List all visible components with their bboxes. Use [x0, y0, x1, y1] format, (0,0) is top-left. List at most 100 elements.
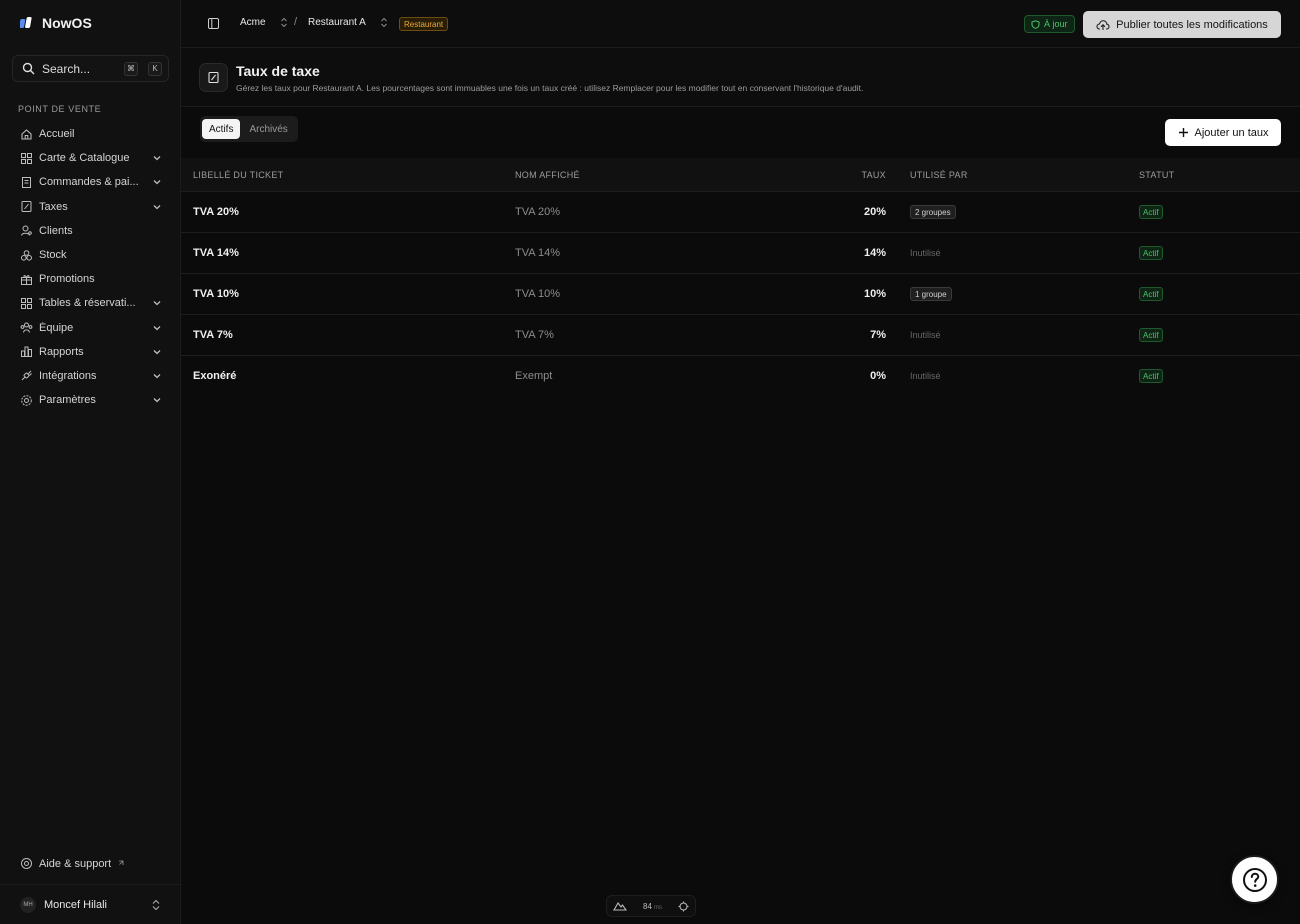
- used-by-badge[interactable]: 1 groupe: [910, 287, 952, 301]
- gear-icon: [20, 394, 33, 407]
- location-type-badge: Restaurant: [399, 17, 449, 31]
- location-name: Restaurant A: [308, 17, 366, 28]
- latency-readout: 84 ms: [643, 902, 662, 911]
- tax-icon: [20, 200, 33, 213]
- sidebar-item-taxes[interactable]: Taxes: [12, 195, 169, 219]
- publish-all-label: Publier toutes les modifications: [1116, 18, 1268, 31]
- sidebar-item-clients[interactable]: Clients: [12, 219, 169, 243]
- receipt-icon: [20, 176, 33, 189]
- tab-actifs[interactable]: Actifs: [202, 119, 241, 139]
- cell-display-name: TVA 10%: [515, 288, 561, 300]
- sync-status-badge: À jour: [1024, 15, 1075, 33]
- topbar: Acme / Restaurant A Restaurant À jour Pu…: [181, 0, 1300, 48]
- table-row[interactable]: TVA 7% TVA 7% 7% Inutilisé Actif: [181, 315, 1300, 356]
- page-title: Taux de taxe: [236, 63, 320, 79]
- search-placeholder: Search...: [42, 61, 91, 76]
- cell-display-name: TVA 7%: [515, 329, 554, 341]
- help-fab[interactable]: [1230, 855, 1279, 904]
- cloud-upload-icon: [1096, 19, 1110, 31]
- table-header: LIBELLÉ DU TICKET NOM AFFICHÉ TAUX UTILI…: [181, 158, 1300, 192]
- sidebar-item-parametres[interactable]: Paramètres: [12, 388, 169, 412]
- status-badge: Actif: [1139, 328, 1163, 342]
- crosshair-icon[interactable]: [678, 901, 689, 912]
- used-by-badge[interactable]: 2 groupes: [910, 205, 956, 219]
- team-icon: [20, 321, 33, 334]
- search-input[interactable]: Search... ⌘ K: [12, 55, 169, 82]
- help-support-label: Aide & support: [39, 857, 112, 870]
- section-label: POINT DE VENTE: [18, 104, 102, 114]
- perf-widget[interactable]: 84 ms: [606, 895, 696, 917]
- org-switcher[interactable]: Acme: [240, 17, 288, 28]
- chevron-down-icon: [151, 346, 163, 358]
- cell-ticket-label: Exonéré: [193, 370, 237, 382]
- chevron-up-down-icon: [280, 17, 288, 28]
- column-header-name[interactable]: NOM AFFICHÉ: [515, 170, 580, 180]
- sidebar-toggle-icon[interactable]: [207, 17, 220, 30]
- column-header-status[interactable]: STATUT: [1139, 170, 1174, 180]
- column-header-used-by[interactable]: UTILISÉ PAR: [910, 170, 968, 180]
- sidebar-item-label: Accueil: [39, 128, 75, 141]
- sidebar-item-label: Carte & Catalogue: [39, 152, 130, 165]
- help-support-link[interactable]: Aide & support: [20, 857, 124, 870]
- chevron-down-icon: [151, 394, 163, 406]
- used-by-text: Inutilisé: [910, 248, 941, 258]
- external-link-icon: [117, 860, 124, 867]
- chevron-down-icon: [151, 322, 163, 334]
- sidebar-item-label: Équipe: [39, 321, 74, 334]
- sidebar-item-commandes[interactable]: Commandes & pai...: [12, 170, 169, 194]
- grid-icon: [20, 297, 33, 310]
- publish-all-button[interactable]: Publier toutes les modifications: [1083, 11, 1281, 38]
- location-switcher[interactable]: Restaurant A: [308, 17, 388, 28]
- sidebar-item-label: Promotions: [39, 273, 95, 286]
- tax-page-icon: [199, 63, 228, 92]
- plug-icon: [20, 369, 33, 382]
- tab-archives[interactable]: Archivés: [242, 119, 294, 139]
- chevron-down-icon: [151, 297, 163, 309]
- sync-status-label: À jour: [1044, 19, 1068, 29]
- sidebar-item-label: Tables & réservati...: [39, 297, 136, 310]
- table-row[interactable]: TVA 20% TVA 20% 20% 2 groupes Actif: [181, 192, 1300, 233]
- status-badge: Actif: [1139, 246, 1163, 260]
- latency-unit: ms: [653, 904, 662, 911]
- status-badge: Actif: [1139, 287, 1163, 301]
- sidebar-item-label: Intégrations: [39, 369, 97, 382]
- sidebar-item-tables[interactable]: Tables & réservati...: [12, 291, 169, 315]
- column-header-label[interactable]: LIBELLÉ DU TICKET: [193, 170, 283, 180]
- sidebar-item-stock[interactable]: Stock: [12, 243, 169, 267]
- plus-icon: [1178, 127, 1189, 138]
- cell-ticket-label: TVA 14%: [193, 247, 239, 259]
- brand[interactable]: NowOS: [20, 15, 92, 31]
- chevron-down-icon: [151, 152, 163, 164]
- org-name: Acme: [240, 17, 266, 28]
- user-menu[interactable]: MH Moncef Hilali: [0, 884, 181, 924]
- nowos-logo-icon: [20, 16, 34, 30]
- page-header: Taux de taxe Gérez les taux pour Restaur…: [181, 49, 1300, 107]
- status-badge: Actif: [1139, 369, 1163, 383]
- shortcut-key-k: K: [148, 61, 162, 76]
- page-description: Gérez les taux pour Restaurant A. Les po…: [236, 83, 864, 93]
- table-row[interactable]: TVA 10% TVA 10% 10% 1 groupe Actif: [181, 274, 1300, 315]
- add-rate-button[interactable]: Ajouter un taux: [1165, 119, 1281, 146]
- table-row[interactable]: TVA 14% TVA 14% 14% Inutilisé Actif: [181, 233, 1300, 274]
- shield-check-icon: [1031, 19, 1040, 29]
- cell-rate: 0%: [870, 370, 886, 382]
- sidebar-item-accueil[interactable]: Accueil: [12, 122, 169, 146]
- sidebar-item-rapports[interactable]: Rapports: [12, 340, 169, 364]
- boxes-icon: [20, 249, 33, 262]
- sidebar: NowOS Search... ⌘ K POINT DE VENTE Accue…: [0, 0, 181, 924]
- sidebar-item-label: Commandes & pai...: [39, 176, 139, 189]
- used-by-text: Inutilisé: [910, 371, 941, 381]
- question-mark-icon: [1242, 867, 1268, 893]
- table-row[interactable]: Exonéré Exempt 0% Inutilisé Actif: [181, 356, 1300, 397]
- status-tabs: Actifs Archivés: [200, 116, 298, 142]
- sidebar-item-carte-catalogue[interactable]: Carte & Catalogue: [12, 146, 169, 170]
- shortcut-key-cmd: ⌘: [124, 61, 138, 76]
- sidebar-item-equipe[interactable]: Équipe: [12, 316, 169, 340]
- cell-rate: 7%: [870, 329, 886, 341]
- sidebar-item-label: Paramètres: [39, 394, 96, 407]
- sidebar-item-promotions[interactable]: Promotions: [12, 267, 169, 291]
- sidebar-nav: Accueil Carte & Catalogue Commandes & pa…: [12, 122, 169, 412]
- sidebar-item-integrations[interactable]: Intégrations: [12, 364, 169, 388]
- cell-display-name: Exempt: [515, 370, 553, 382]
- column-header-rate[interactable]: TAUX: [861, 170, 886, 180]
